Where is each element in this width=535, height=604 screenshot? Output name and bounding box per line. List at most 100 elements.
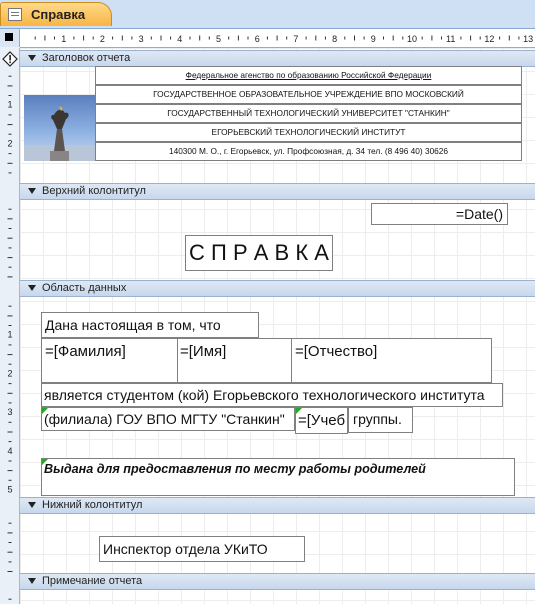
- horizontal-ruler[interactable]: 1 2 3 4 5 6 7 8 9 10 11 12 13: [20, 29, 535, 48]
- report-tab[interactable]: Справка: [0, 2, 113, 26]
- ruler-tick: [121, 35, 123, 41]
- error-marker-icon: [42, 408, 48, 414]
- header-line-institution[interactable]: ГОСУДАРСТВЕННОЕ ОБРАЗОВАТЕЛЬНОЕ УЧРЕЖДЕН…: [95, 85, 522, 104]
- group-label[interactable]: группы.: [348, 407, 413, 433]
- ruler-tick: [363, 36, 365, 40]
- ruler-tick: [266, 36, 268, 40]
- section-arrow-icon: [28, 502, 36, 509]
- ruler-number: 1: [61, 34, 66, 44]
- ruler-tick: [8, 75, 12, 77]
- ruler-number: 5: [7, 485, 12, 495]
- section-bar-report-footer[interactable]: Примечание отчета: [20, 573, 535, 590]
- ruler-number: 1: [7, 330, 12, 340]
- ruler-tick: [315, 35, 317, 41]
- intro-label[interactable]: Дана настоящая в том, что: [41, 312, 259, 338]
- ruler-tick: [383, 36, 384, 40]
- ruler-tick: [8, 172, 12, 174]
- name-field[interactable]: =[Имя]: [177, 338, 292, 383]
- report-title-label[interactable]: С П Р А В К А: [185, 235, 333, 271]
- header-line-university[interactable]: ГОСУДАРСТВЕННЫЙ ТЕХНОЛОГИЧЕСКИЙ УНИВЕРСИ…: [95, 104, 522, 123]
- ruler-tick: [112, 36, 114, 40]
- ruler-tick: [73, 36, 75, 40]
- ruler-tick: [228, 36, 230, 40]
- ruler-tick: [8, 266, 12, 268]
- ruler-tick: [83, 35, 85, 41]
- ruler-tick: [479, 36, 481, 40]
- ruler-tick: [7, 315, 13, 317]
- ruler-number: 7: [293, 34, 298, 44]
- ruler-tick: [189, 36, 191, 40]
- ruler-tick: [8, 460, 12, 462]
- ruler-tick: [7, 85, 13, 87]
- section-title: Нижний колонтитул: [42, 499, 143, 511]
- inspector-label[interactable]: Инспектор отдела УКиТО: [99, 536, 305, 562]
- ruler-tick: [54, 36, 55, 40]
- ruler-number: 11: [446, 34, 455, 44]
- ruler-tick: [8, 441, 12, 443]
- ruler-number: 10: [407, 34, 417, 44]
- document-tab-bar: Справка: [0, 0, 535, 29]
- ruler-tick: [247, 36, 249, 40]
- section-arrow-icon: [28, 285, 36, 292]
- section-bar-detail[interactable]: Область данных: [20, 280, 535, 297]
- ruler-tick: [431, 35, 433, 41]
- ruler-number: 2: [7, 138, 12, 148]
- ruler-tick: [208, 36, 210, 40]
- header-line-institute[interactable]: ЕГОРЬЕВСКИЙ ТЕХНОЛОГИЧЕСКИЙ ИНСТИТУТ: [95, 123, 522, 142]
- ruler-tick: [7, 470, 13, 472]
- ruler-tick: [324, 36, 326, 40]
- ruler-tick: [7, 571, 13, 572]
- ruler-tick: [8, 95, 12, 96]
- ruler-tick: [7, 551, 13, 553]
- section-bar-report-header[interactable]: Заголовок отчета: [20, 50, 535, 67]
- section-arrow-icon: [28, 188, 36, 195]
- ruler-number: 12: [484, 34, 494, 44]
- ruler-tick: [441, 36, 442, 40]
- ruler-tick: [7, 218, 13, 220]
- ruler-tick: [7, 354, 13, 356]
- report-selector-square: [5, 33, 13, 41]
- ruler-number: 8: [332, 34, 337, 44]
- ruler-tick: [34, 36, 36, 40]
- date-field[interactable]: =Date(): [371, 203, 508, 225]
- ruler-tick: [170, 36, 172, 40]
- ruler-tick: [508, 35, 510, 41]
- section-title: Верхний колонтитул: [42, 185, 146, 197]
- warning-icon[interactable]: [2, 51, 18, 67]
- section-bar-page-header[interactable]: Верхний колонтитул: [20, 183, 535, 200]
- ruler-tick: [92, 36, 94, 40]
- header-line-agency[interactable]: Федеральное агенство по образованию Росс…: [95, 66, 522, 85]
- surname-field[interactable]: =[Фамилия]: [41, 338, 178, 383]
- branch-label[interactable]: (филиала) ГОУ ВПО МГТУ "Станкин": [41, 407, 295, 431]
- ruler-tick: [7, 237, 13, 239]
- institute-logo-image[interactable]: [24, 95, 95, 161]
- vertical-ruler[interactable]: 1 2 1 2 3 4 5: [0, 48, 20, 604]
- error-marker-icon: [296, 408, 302, 414]
- report-selector[interactable]: [0, 29, 20, 47]
- ruler-tick: [305, 36, 307, 40]
- ruler-tick: [8, 542, 12, 543]
- purpose-label[interactable]: Выдана для предоставления по месту работ…: [41, 458, 515, 496]
- ruler-tick: [8, 228, 12, 229]
- section-arrow-icon: [28, 578, 36, 585]
- ruler-tick: [344, 36, 346, 40]
- patronymic-field[interactable]: =[Отчество]: [291, 338, 492, 383]
- ruler-number: 4: [177, 34, 182, 44]
- ruler-number: 1: [7, 100, 12, 110]
- ruler-tick: [8, 133, 12, 135]
- ruler-tick: [237, 35, 239, 41]
- ruler-number: 13: [523, 34, 533, 44]
- ruler-number: 3: [7, 407, 12, 417]
- ruler-tick: [150, 36, 152, 40]
- student-label[interactable]: является студентом (кой) Егорьевского те…: [41, 383, 503, 407]
- header-line-address[interactable]: 140300 М. О., г. Егорьевск, ул. Профсоюз…: [95, 142, 522, 161]
- group-field[interactable]: =[Учеб: [295, 407, 348, 434]
- ruler-tick: [199, 35, 201, 41]
- ruler-tick: [7, 276, 13, 278]
- ruler-tick: [7, 431, 13, 433]
- section-arrow-icon: [28, 55, 36, 62]
- ruler-tick: [8, 561, 12, 563]
- section-bar-page-footer[interactable]: Нижний колонтитул: [20, 497, 535, 514]
- ruler-tick: [8, 383, 12, 385]
- ruler-tick: [7, 257, 13, 259]
